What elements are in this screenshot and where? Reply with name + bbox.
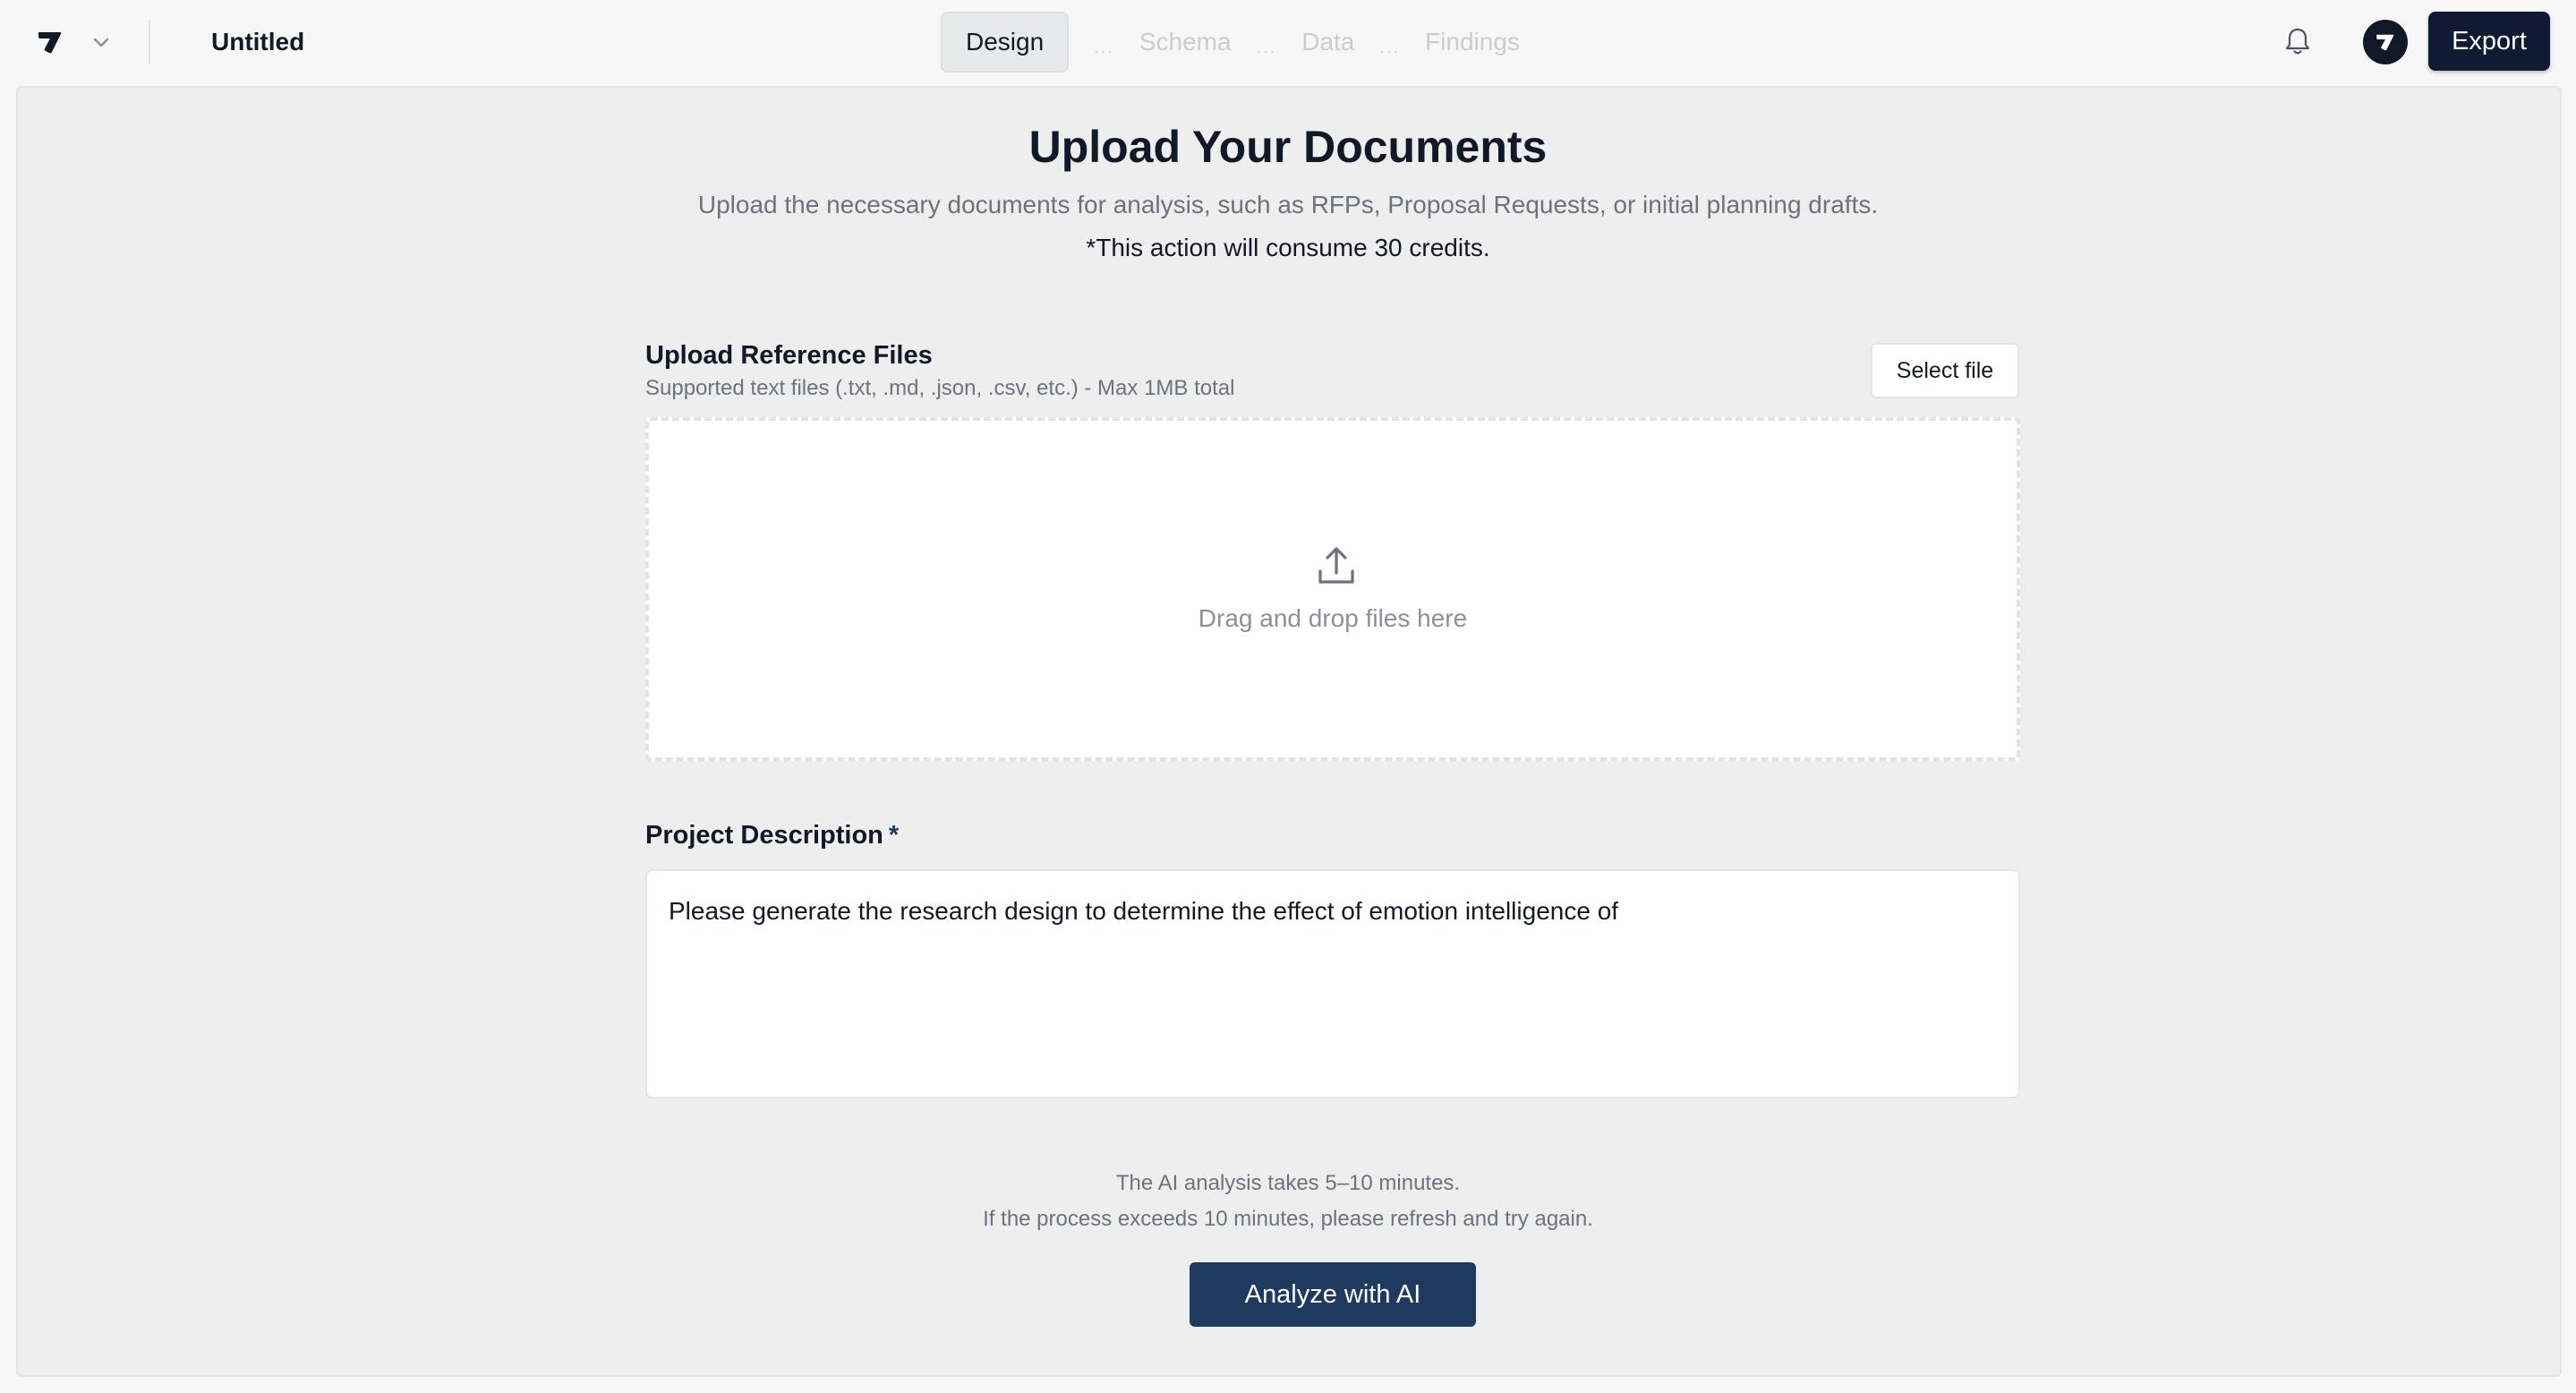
- analyze-with-ai-button[interactable]: Analyze with AI: [1190, 1262, 1476, 1327]
- upload-hint: Supported text files (.txt, .md, .json, …: [645, 376, 1235, 400]
- document-title[interactable]: Untitled: [211, 25, 304, 59]
- workspace-menu[interactable]: [32, 21, 113, 63]
- tab-data[interactable]: Data: [1301, 25, 1354, 59]
- chevron-down-icon: [93, 38, 109, 47]
- page-title: Upload Your Documents: [1028, 122, 1548, 172]
- file-dropzone[interactable]: Drag and drop files here: [645, 417, 2020, 761]
- step-separator: ...: [1256, 37, 1277, 57]
- bell-icon[interactable]: [2282, 25, 2313, 57]
- header-divider: [149, 20, 150, 64]
- project-description-input[interactable]: Please generate the research design to d…: [645, 869, 2020, 1098]
- step-separator: ...: [1094, 37, 1114, 57]
- top-bar: Untitled Design ... Schema ... Data ... …: [0, 0, 2576, 84]
- export-button[interactable]: Export: [2428, 12, 2550, 71]
- project-description-label-text: Project Description: [645, 821, 883, 850]
- required-marker: *: [888, 821, 900, 850]
- upload-section-label: Upload Reference Files: [645, 341, 933, 370]
- project-description-label: Project Description *: [645, 818, 899, 852]
- credits-note: *This action will consume 30 credits.: [1086, 234, 1490, 261]
- refresh-note: If the process exceeds 10 minutes, pleas…: [983, 1207, 1593, 1231]
- avatar[interactable]: [2363, 20, 2408, 64]
- brand-logo-icon: [38, 32, 62, 54]
- dropzone-text: Drag and drop files here: [1198, 604, 1468, 632]
- tab-findings[interactable]: Findings: [1425, 25, 1520, 59]
- tab-schema[interactable]: Schema: [1139, 25, 1232, 59]
- step-navigation: Design ... Schema ... Data ... Findings: [941, 12, 1520, 73]
- select-file-button[interactable]: Select file: [1871, 343, 2019, 398]
- step-separator: ...: [1379, 37, 1401, 57]
- upload-icon: [1318, 547, 1354, 584]
- analysis-duration-note: The AI analysis takes 5–10 minutes.: [1115, 1171, 1461, 1195]
- tab-design[interactable]: Design: [941, 12, 1070, 73]
- brand-avatar-icon: [2376, 34, 2394, 51]
- page-subtitle: Upload the necessary documents for analy…: [697, 191, 1879, 218]
